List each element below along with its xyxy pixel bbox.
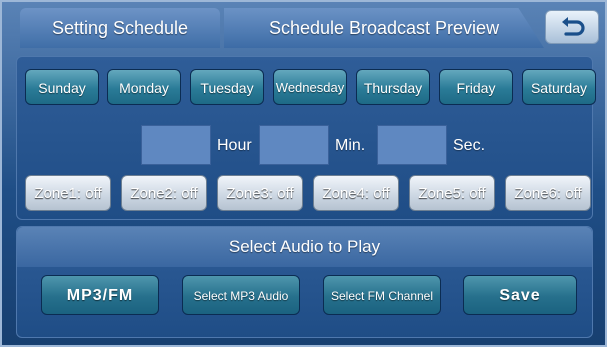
day-button-monday[interactable]: Monday: [107, 69, 181, 105]
zone-button-4[interactable]: Zone4: off: [313, 175, 399, 211]
schedule-window: Setting Schedule Schedule Broadcast Prev…: [0, 0, 607, 347]
day-button-sunday[interactable]: Sunday: [25, 69, 99, 105]
audio-panel: Select Audio to Play MP3/FM Select MP3 A…: [16, 226, 593, 338]
back-arrow-icon: [562, 17, 585, 36]
second-label: Sec.: [453, 137, 486, 154]
minute-label: Min.: [335, 137, 366, 154]
day-button-tuesday[interactable]: Tuesday: [190, 69, 264, 105]
tab-setting-schedule[interactable]: Setting Schedule: [20, 8, 220, 48]
day-button-saturday[interactable]: Saturday: [522, 69, 596, 105]
save-button[interactable]: Save: [463, 275, 577, 315]
audio-section-heading: Select Audio to Play: [17, 227, 592, 267]
select-fm-channel-button[interactable]: Select FM Channel: [323, 275, 441, 315]
minute-field[interactable]: [259, 125, 329, 165]
zone-button-6[interactable]: Zone6: off: [505, 175, 591, 211]
second-field[interactable]: [377, 125, 447, 165]
day-button-wednesday[interactable]: Wednesday: [273, 69, 347, 105]
zone-button-1[interactable]: Zone1: off: [25, 175, 111, 211]
day-button-thursday[interactable]: Thursday: [356, 69, 430, 105]
schedule-settings-panel: Sunday Monday Tuesday Wednesday Thursday…: [16, 56, 596, 220]
mp3-fm-toggle-button[interactable]: MP3/FM: [41, 275, 159, 315]
zone-button-3[interactable]: Zone3: off: [217, 175, 303, 211]
day-button-friday[interactable]: Friday: [439, 69, 513, 105]
back-button[interactable]: [545, 10, 599, 44]
hour-field[interactable]: [141, 125, 211, 165]
zone-button-5[interactable]: Zone5: off: [409, 175, 495, 211]
zone-button-2[interactable]: Zone2: off: [121, 175, 207, 211]
hour-label: Hour: [217, 137, 252, 154]
tab-schedule-broadcast-preview[interactable]: Schedule Broadcast Preview: [224, 8, 544, 48]
select-mp3-audio-button[interactable]: Select MP3 Audio: [182, 275, 300, 315]
